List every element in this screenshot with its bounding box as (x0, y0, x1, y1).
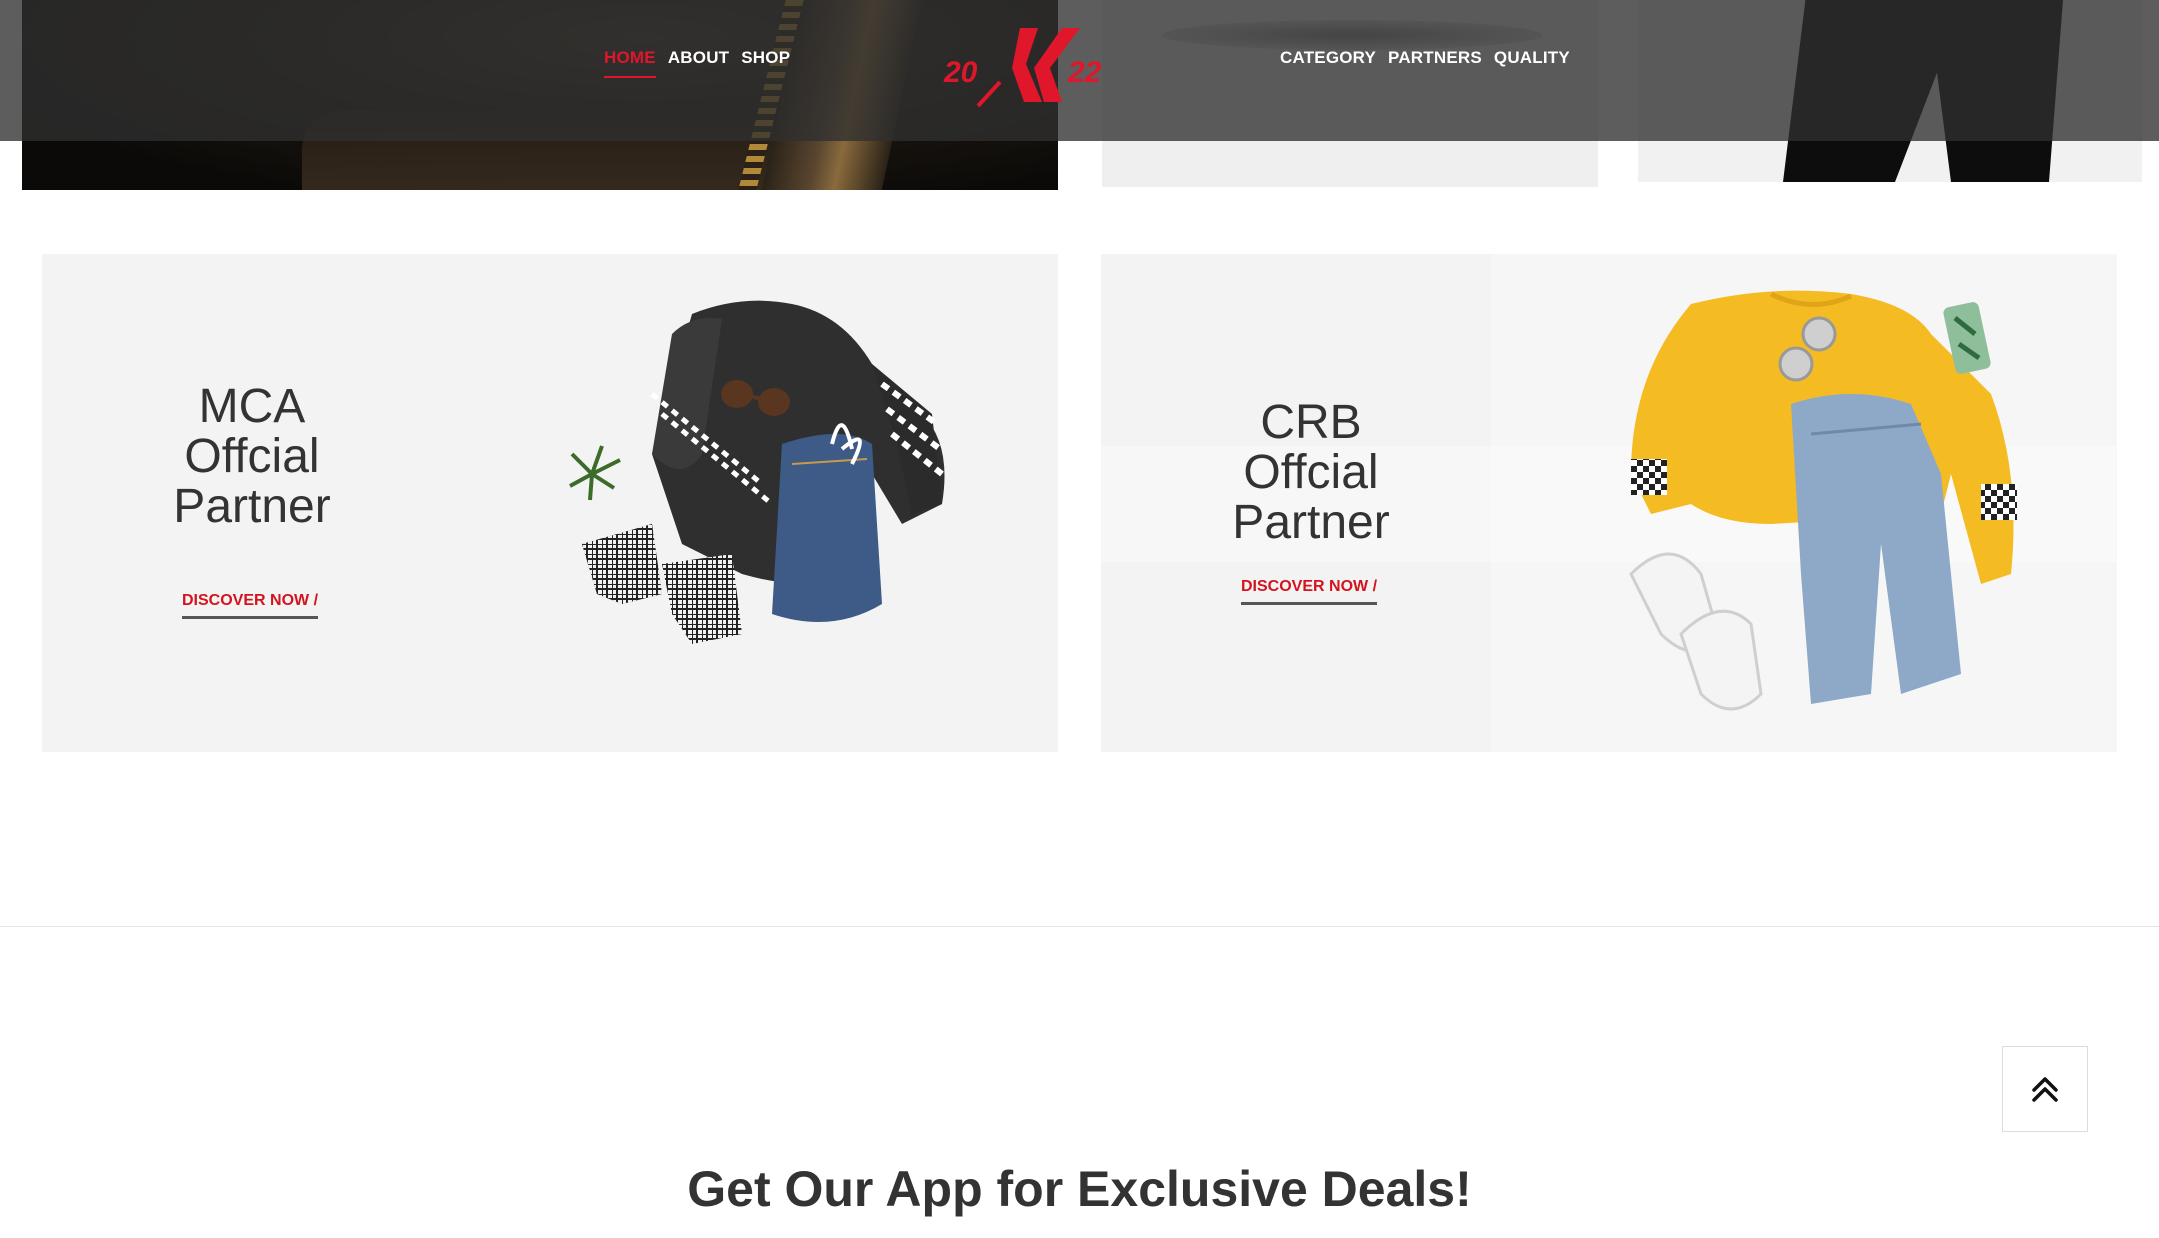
svg-text:22: 22 (1067, 56, 1102, 89)
nav-quality[interactable]: QUALITY (1494, 48, 1570, 76)
partner-title-line: Partner (173, 480, 331, 533)
partner-card-mca: MCA Offcial Partner DISCOVER NOW / (42, 254, 1058, 752)
section-divider (0, 926, 2159, 927)
partner-card-crb: CRB Offcial Partner DISCOVER NOW / (1101, 254, 2117, 752)
discover-now-link-crb[interactable]: DISCOVER NOW / (1241, 578, 1378, 605)
svg-text:20: 20 (943, 56, 978, 89)
nav-partners[interactable]: PARTNERS (1388, 48, 1482, 76)
nav-category[interactable]: CATEGORY (1280, 48, 1376, 76)
partner-title-line: Offcial (1243, 446, 1379, 499)
back-to-top-button[interactable] (2002, 1046, 2088, 1132)
site-logo[interactable]: 20 22 (942, 24, 1118, 110)
main-nav-right: CATEGORY PARTNERS QUALITY (1280, 48, 1570, 76)
partner-title-crb: CRB Offcial Partner (1201, 398, 1421, 548)
nav-shop[interactable]: SHOP (741, 48, 790, 78)
site-header: HOME ABOUT SHOP 20 22 CATEGORY PARTNERS … (0, 0, 2159, 141)
discover-now-link-mca[interactable]: DISCOVER NOW / (182, 592, 319, 619)
app-promo-heading: Get Our App for Exclusive Deals! (687, 1161, 1472, 1217)
partner-title-line: MCA (198, 380, 306, 433)
partner-title-line: Offcial (184, 430, 320, 483)
main-nav-left: HOME ABOUT SHOP (604, 48, 790, 78)
partner-title-mca: MCA Offcial Partner (142, 382, 362, 532)
logo-mark: 20 22 (943, 28, 1102, 108)
outfit-image-dark-sweater[interactable] (542, 274, 1042, 744)
double-chevron-up-icon (2032, 1077, 2058, 1102)
nav-home[interactable]: HOME (604, 48, 656, 78)
nav-about[interactable]: ABOUT (668, 48, 729, 78)
partner-title-line: CRB (1260, 396, 1362, 449)
outfit-image-yellow-top[interactable] (1571, 274, 2111, 744)
partner-title-line: Partner (1232, 496, 1390, 549)
